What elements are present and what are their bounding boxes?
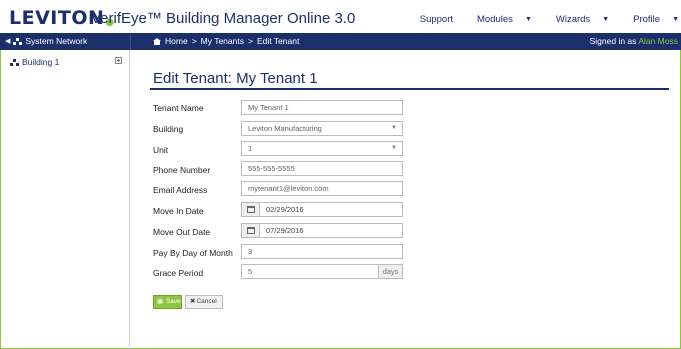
close-icon: ✖ [190,298,196,305]
pay-day-input[interactable]: 3 [241,244,403,259]
nav-divider [130,33,131,50]
calendar-icon [247,227,255,234]
pay-day-label: Pay By Day of Month [153,248,233,258]
building-select[interactable]: Leviton Manufacturing ▼ [241,121,403,136]
sidebar-item-label: Building 1 [22,57,60,67]
breadcrumb-edit-tenant: Edit Tenant [256,36,300,46]
cancel-button[interactable]: ✖Cancel [185,295,223,309]
floppy-icon: ▣ [157,298,164,305]
expand-icon[interactable] [115,57,122,64]
move-out-date-input[interactable]: 07/29/2016 [241,223,403,238]
unit-label: Unit [153,145,169,155]
network-icon [10,58,19,66]
save-button[interactable]: ▣ Save [153,295,182,309]
days-addon: days [378,265,402,278]
breadcrumb-home[interactable]: Home [165,36,188,46]
network-icon [13,37,23,45]
move-in-label: Move In Date [153,206,204,216]
email-input[interactable]: mytenant1@leviton.com [241,181,403,196]
email-label: Email Address [153,185,208,195]
modules-menu[interactable]: Modules ▼ [465,14,532,25]
nav-bar: ◀ System Network Home > My Tenants > Edi… [0,33,681,50]
tenant-name-input[interactable]: My Tenant 1 [241,100,403,115]
calendar-button[interactable] [242,224,260,237]
title-divider [150,88,669,90]
caret-down-icon: ▼ [672,16,679,23]
calendar-icon [247,206,255,213]
breadcrumb: Home > My Tenants > Edit Tenant [153,36,299,46]
breadcrumb-my-tenants[interactable]: My Tenants [201,36,244,46]
move-in-date-input[interactable]: 02/29/2016 [241,202,403,217]
profile-menu[interactable]: Profile ▼ [621,14,679,25]
move-out-label: Move Out Date [153,227,211,237]
system-network-toggle[interactable]: ◀ System Network [5,36,87,46]
breadcrumb-separator: > [247,36,253,46]
unit-select[interactable]: 1 ▼ [241,141,403,156]
sidebar: Building 1 [0,50,130,349]
breadcrumb-separator: > [191,36,197,46]
grace-period-label: Grace Period [153,268,204,278]
app-title: VerifEye™ Building Manager Online 3.0 [91,10,356,27]
phone-label: Phone Number [153,165,211,175]
building-label: Building [153,124,184,134]
page-title: Edit Tenant: My Tenant 1 [153,70,318,87]
caret-down-icon: ▼ [524,16,532,23]
chevron-left-icon: ◀ [5,38,11,45]
signed-in-status: Signed in as Alan Moss [589,36,678,46]
home-icon [153,37,161,45]
support-link[interactable]: Support [420,14,453,25]
caret-down-icon: ▼ [602,16,610,23]
top-bar: LEVITON● VerifEye™ Building Manager Onli… [0,0,681,33]
tenant-name-label: Tenant Name [153,103,204,113]
wizards-menu[interactable]: Wizards ▼ [544,14,609,25]
caret-down-icon: ▼ [391,125,397,131]
system-network-label: System Network [25,36,88,46]
grace-period-input[interactable]: 5 days [241,264,403,279]
signed-in-user-link[interactable]: Alan Moss [638,36,678,46]
phone-input[interactable]: 555-555-5555 [241,161,403,176]
top-nav: Support Modules ▼ Wizards ▼ Profile ▼ [408,14,679,25]
sidebar-item-building-1[interactable]: Building 1 [10,57,59,67]
caret-down-icon: ▼ [391,145,397,151]
calendar-button[interactable] [242,203,260,216]
